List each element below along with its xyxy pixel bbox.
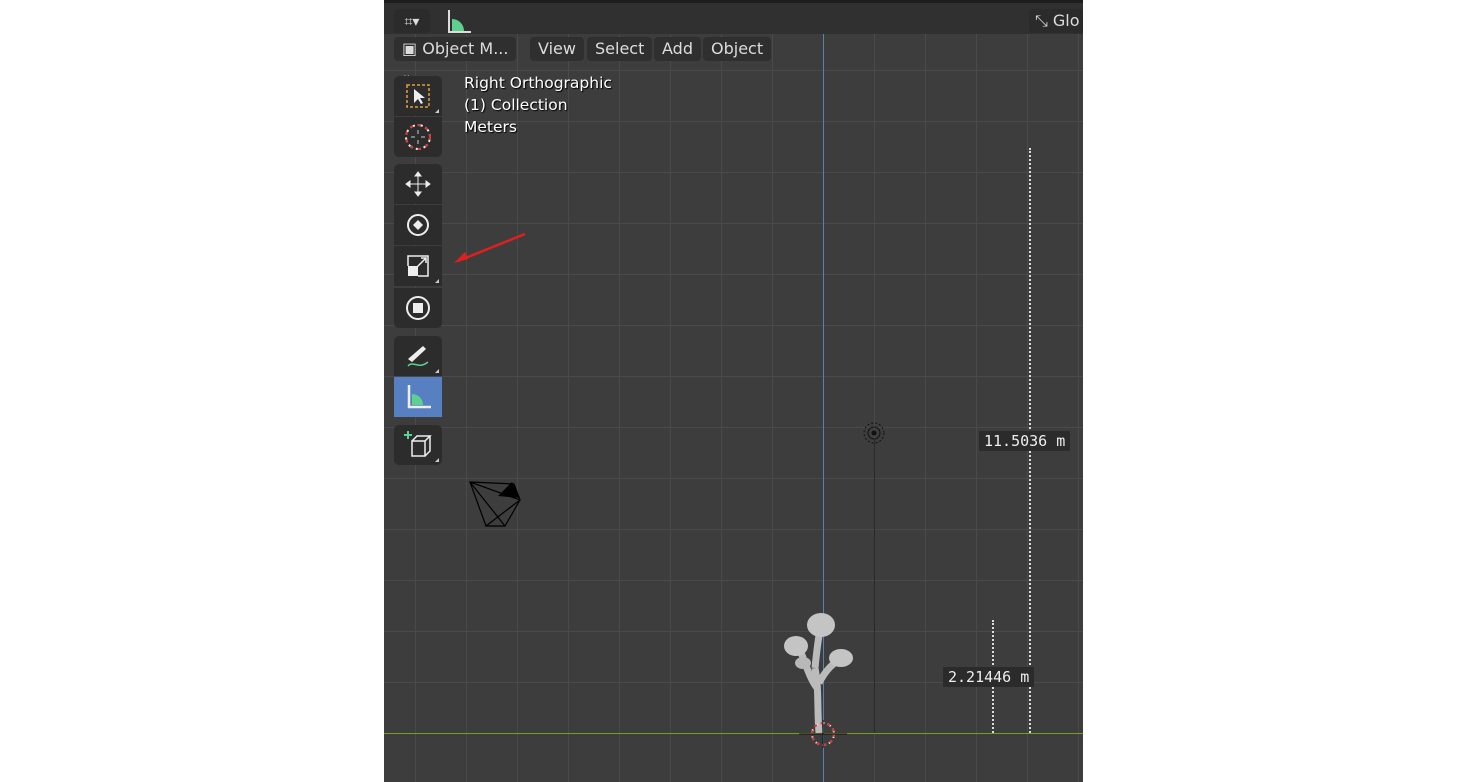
- units-label: Meters: [464, 118, 517, 136]
- tool-add-cube[interactable]: [394, 425, 442, 465]
- measure-icon: [407, 385, 431, 409]
- y-axis-line: [384, 733, 1083, 734]
- menu-object[interactable]: Object: [703, 37, 772, 61]
- gizmo-dropdown[interactable]: ⌗▾: [394, 9, 430, 33]
- tool-rotate[interactable]: [394, 205, 442, 245]
- add-cube-icon: [404, 431, 432, 457]
- select-box-icon: [406, 84, 430, 108]
- view-name: Right Orthographic: [464, 74, 612, 92]
- transform-orientation-dropdown[interactable]: ⤡ Glo: [1029, 9, 1083, 33]
- tool-move[interactable]: [394, 164, 442, 204]
- tree-object[interactable]: [779, 608, 859, 748]
- tool-measure[interactable]: [394, 377, 442, 417]
- mode-dropdown[interactable]: ▣ Object M... ⌄: [394, 37, 516, 81]
- tool-select-box[interactable]: [394, 76, 442, 116]
- object-mode-icon: ▣: [402, 39, 418, 58]
- collection-name: (1) Collection: [464, 96, 568, 114]
- measure-label-2: 2.21446 m: [943, 667, 1035, 687]
- measure-tool-icon: [448, 10, 471, 33]
- menu-add[interactable]: Add: [654, 37, 701, 61]
- tool-transform[interactable]: [394, 288, 442, 328]
- tool-annotate[interactable]: [394, 336, 442, 376]
- gizmo-icon: ⌗▾: [404, 14, 420, 30]
- menu-view[interactable]: View: [530, 37, 584, 61]
- transform-icon: [406, 296, 430, 320]
- rotate-icon: [407, 214, 429, 236]
- measure-label-1: 11.5036 m: [979, 431, 1071, 451]
- annotate-icon: [407, 346, 429, 367]
- camera-object[interactable]: [468, 478, 526, 530]
- tool-scale[interactable]: [394, 246, 442, 286]
- 3d-viewport[interactable]: ⌗▾ ⤡ Glo ▣ Object M... ⌄ View Select Add…: [384, 0, 1083, 782]
- scale-icon: [407, 255, 429, 277]
- viewport-info: Right Orthographic (1) Collection Meters: [464, 72, 612, 138]
- light-object[interactable]: [862, 421, 886, 445]
- move-icon: [405, 171, 431, 197]
- cursor-icon: [405, 124, 431, 150]
- orientation-icon: ⤡: [1035, 11, 1048, 30]
- light-line: [874, 440, 875, 733]
- tool-cursor[interactable]: [394, 117, 442, 157]
- annotation-arrow: [454, 232, 526, 263]
- viewport-header: ⌗▾ ⤡ Glo: [384, 0, 1083, 34]
- menu-select[interactable]: Select: [587, 37, 653, 61]
